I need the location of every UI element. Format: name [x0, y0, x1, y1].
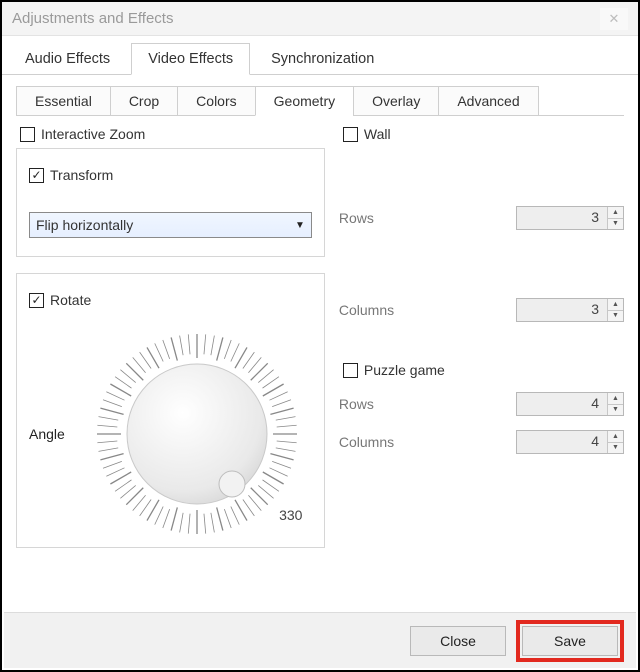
spinner-buttons[interactable]: ▲▼: [607, 207, 623, 229]
transform-label: Transform: [50, 167, 113, 183]
rotate-checkbox[interactable]: [29, 293, 44, 308]
tab-audio-effects[interactable]: Audio Effects: [8, 43, 127, 75]
angle-label: Angle: [29, 426, 73, 442]
tabs-sub: Essential Crop Colors Geometry Overlay A…: [16, 85, 624, 116]
save-highlight: Save: [516, 620, 624, 662]
chevron-up-icon: ▲: [608, 431, 623, 443]
wall-columns-spinner[interactable]: 3 ▲▼: [516, 298, 624, 322]
rotate-group: Rotate Angle: [16, 273, 325, 548]
wall-checkbox[interactable]: [343, 127, 358, 142]
chevron-down-icon: ▼: [608, 405, 623, 416]
wall-columns-label: Columns: [339, 302, 394, 318]
subtab-essential[interactable]: Essential: [16, 86, 110, 116]
tabs-primary: Audio Effects Video Effects Synchronizat…: [2, 36, 638, 75]
subtab-geometry[interactable]: Geometry: [255, 86, 353, 116]
transform-checkbox[interactable]: [29, 168, 44, 183]
window-title: Adjustments and Effects: [12, 2, 173, 36]
chevron-down-icon: ▼: [608, 443, 623, 454]
close-icon[interactable]: ✕: [600, 8, 628, 30]
interactive-zoom-checkbox[interactable]: [20, 127, 35, 142]
wall-rows-value: 3: [517, 207, 607, 229]
subtab-advanced[interactable]: Advanced: [438, 86, 538, 116]
chevron-up-icon: ▲: [608, 299, 623, 311]
puzzle-checkbox[interactable]: [343, 363, 358, 378]
puzzle-label: Puzzle game: [364, 362, 445, 378]
puzzle-columns-label: Columns: [339, 434, 394, 450]
subtab-crop[interactable]: Crop: [110, 86, 177, 116]
subtab-colors[interactable]: Colors: [177, 86, 254, 116]
close-button[interactable]: Close: [410, 626, 506, 656]
subtab-overlay[interactable]: Overlay: [353, 86, 438, 116]
puzzle-columns-spinner[interactable]: 4 ▲▼: [516, 430, 624, 454]
titlebar: Adjustments and Effects ✕: [2, 2, 638, 36]
chevron-down-icon: ▼: [608, 311, 623, 322]
transform-combo[interactable]: Flip horizontally ▼: [29, 212, 312, 238]
puzzle-rows-value: 4: [517, 393, 607, 415]
wall-label: Wall: [364, 126, 391, 142]
wall-rows-label: Rows: [339, 210, 374, 226]
puzzle-rows-spinner[interactable]: 4 ▲▼: [516, 392, 624, 416]
chevron-up-icon: ▲: [608, 393, 623, 405]
rotate-label: Rotate: [50, 292, 91, 308]
transform-combo-value: Flip horizontally: [36, 217, 133, 233]
transform-group: Transform Flip horizontally ▼: [16, 148, 325, 257]
puzzle-rows-label: Rows: [339, 396, 374, 412]
interactive-zoom-label: Interactive Zoom: [41, 126, 145, 142]
spinner-buttons[interactable]: ▲▼: [607, 431, 623, 453]
wall-rows-spinner[interactable]: 3 ▲▼: [516, 206, 624, 230]
save-button[interactable]: Save: [522, 626, 618, 656]
spinner-buttons[interactable]: ▲▼: [607, 393, 623, 415]
angle-dial[interactable]: 330: [92, 329, 302, 539]
footer: Close Save: [4, 612, 636, 668]
chevron-up-icon: ▲: [608, 207, 623, 219]
wall-columns-value: 3: [517, 299, 607, 321]
chevron-down-icon: ▼: [608, 219, 623, 230]
angle-value: 330: [279, 507, 302, 523]
chevron-down-icon: ▼: [295, 220, 305, 231]
spinner-buttons[interactable]: ▲▼: [607, 299, 623, 321]
puzzle-columns-value: 4: [517, 431, 607, 453]
content-area: Essential Crop Colors Geometry Overlay A…: [2, 75, 638, 628]
tab-video-effects[interactable]: Video Effects: [131, 43, 250, 75]
tab-synchronization[interactable]: Synchronization: [254, 43, 391, 75]
